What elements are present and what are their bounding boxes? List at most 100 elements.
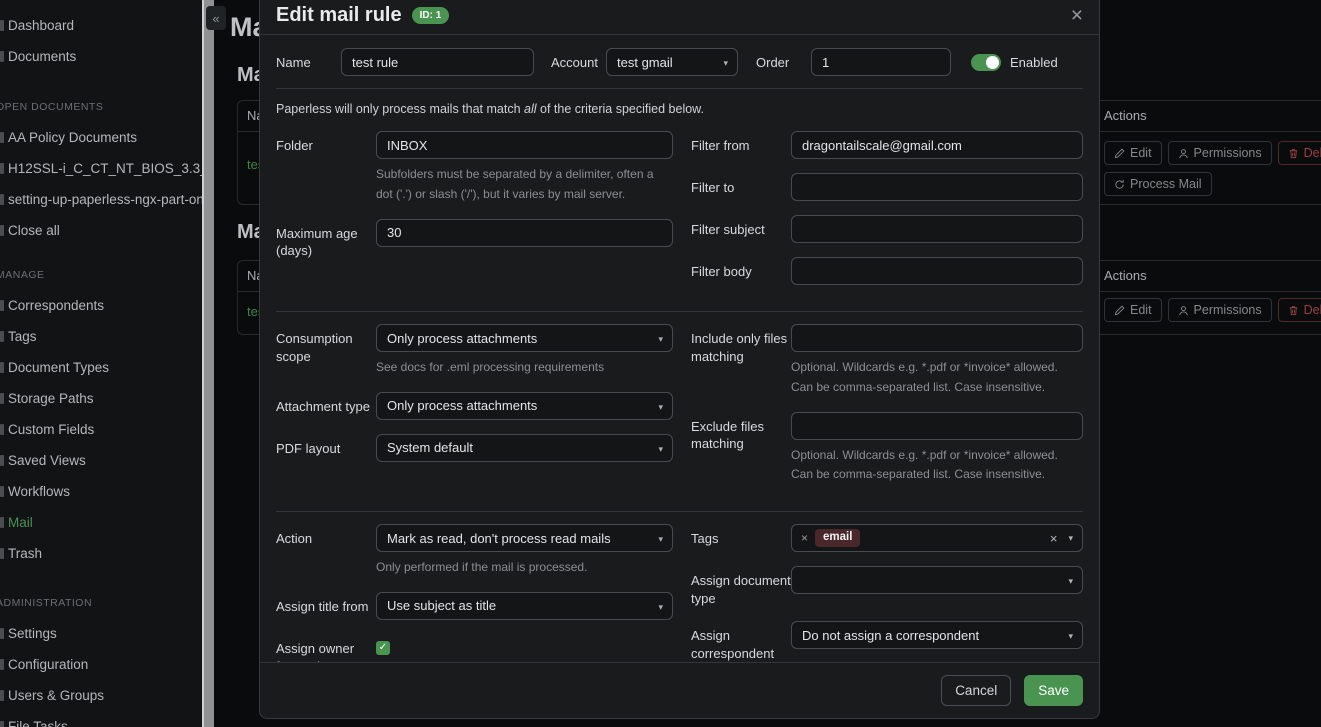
enabled-label: Enabled: [1010, 55, 1058, 70]
sidebar-item-trash[interactable]: Trash: [0, 538, 202, 569]
trash-icon: [0, 548, 4, 559]
delete-button[interactable]: Delete: [1278, 141, 1321, 165]
sidebar-item-tags[interactable]: Tags: [0, 321, 202, 352]
edit-button[interactable]: Edit: [1104, 141, 1162, 165]
account-actions-2: Process Mail: [1104, 172, 1212, 196]
sidebar-item-documents[interactable]: Documents: [0, 41, 202, 72]
close-icon[interactable]: ×: [1071, 5, 1083, 26]
delete-button[interactable]: Delete: [1278, 298, 1321, 322]
sidebar-item-file-tasks[interactable]: File Tasks: [0, 711, 202, 727]
sidebar-item-correspondents[interactable]: Correspondents: [0, 290, 202, 321]
filter-to-input[interactable]: [791, 173, 1083, 201]
maximum-age-input[interactable]: [376, 219, 673, 247]
sidebar-item-label: Settings: [8, 626, 57, 641]
sidebar-item-label: Saved Views: [8, 453, 86, 468]
chevron-down-icon: ▾: [658, 534, 663, 545]
sidebar-item-custom-fields[interactable]: Custom Fields: [0, 414, 202, 445]
sidebar-item-label: Trash: [8, 546, 42, 561]
divider: [276, 88, 1083, 89]
gear-icon: [0, 628, 4, 639]
remove-tag-icon[interactable]: ×: [801, 531, 808, 545]
sidebar-item-label: Configuration: [8, 657, 88, 672]
sidebar-item-close-all[interactable]: Close all: [0, 215, 202, 246]
sidebar-item-settings[interactable]: Settings: [0, 618, 202, 649]
folder-label: Folder: [276, 131, 376, 205]
tags-label: Tags: [691, 524, 791, 552]
sidebar-item-open-doc-2[interactable]: H12SSL-i_C_CT_NT_BIOS_3.3_rele...: [0, 153, 202, 184]
sidebar-item-label: setting-up-paperless-ngx-part-one: [8, 192, 202, 207]
assign-owner-label: Assign owner from rule: [276, 634, 376, 662]
person-icon: [1178, 305, 1189, 316]
filter-to-field: Filter to: [691, 173, 1083, 201]
sidebar-item-open-doc-1[interactable]: AA Policy Documents: [0, 122, 202, 153]
sidebar-item-workflows[interactable]: Workflows: [0, 476, 202, 507]
custom-fields-icon: [0, 424, 4, 435]
sidebar-item-dashboard[interactable]: Dashboard: [0, 10, 202, 41]
folder-icon: [0, 393, 4, 404]
assign-title-from-field: Assign title from Use subject as title ▾: [276, 592, 673, 620]
filter-subject-input[interactable]: [791, 215, 1083, 243]
trash-icon: [1288, 148, 1299, 159]
account-select[interactable]: test gmail ▾: [606, 48, 738, 76]
sidebar-item-saved-views[interactable]: Saved Views: [0, 445, 202, 476]
sidebar-item-open-doc-3[interactable]: setting-up-paperless-ngx-part-one: [0, 184, 202, 215]
sidebar-item-document-types[interactable]: Document Types: [0, 352, 202, 383]
attachment-type-label: Attachment type: [276, 392, 376, 420]
assign-title-from-select[interactable]: Use subject as title ▾: [376, 592, 673, 620]
filter-subject-label: Filter subject: [691, 215, 791, 243]
toggle-knob: [986, 56, 999, 69]
sidebar-item-label: Workflows: [8, 484, 70, 499]
action-hint: Only performed if the mail is processed.: [376, 558, 673, 578]
permissions-button[interactable]: Permissions: [1168, 298, 1272, 322]
clear-tags-icon[interactable]: ×: [1050, 531, 1058, 546]
pencil-icon: [1114, 148, 1125, 159]
folder-input[interactable]: [376, 131, 673, 159]
save-button[interactable]: Save: [1024, 675, 1083, 706]
cancel-button[interactable]: Cancel: [941, 675, 1011, 706]
sidebar-item-mail[interactable]: Mail: [0, 507, 202, 538]
action-section: Action Mark as read, don't process read …: [276, 524, 1083, 662]
tags-select[interactable]: × email × ▾: [791, 524, 1083, 552]
assign-owner-checkbox[interactable]: ✓: [376, 641, 390, 655]
page-scrollbar[interactable]: [202, 0, 214, 727]
assign-correspondent-from-field: Assign correspondent from Do not assign …: [691, 621, 1083, 662]
permissions-button[interactable]: Permissions: [1168, 141, 1272, 165]
action-field: Action Mark as read, don't process read …: [276, 524, 673, 578]
sliders-icon: [0, 659, 4, 670]
assign-correspondent-from-select[interactable]: Do not assign a correspondent ▾: [791, 621, 1083, 649]
consumption-scope-select[interactable]: Only process attachments ▾: [376, 324, 673, 352]
filter-from-input[interactable]: [791, 131, 1083, 159]
rule-actions: Edit Permissions Delete Copy: [1104, 298, 1321, 322]
filter-body-input[interactable]: [791, 257, 1083, 285]
saved-views-icon: [0, 455, 4, 466]
action-label: Action: [276, 524, 376, 578]
sidebar-item-users-groups[interactable]: Users & Groups: [0, 680, 202, 711]
sidebar-collapse-button[interactable]: «: [206, 6, 226, 30]
sidebar-item-label: Correspondents: [8, 298, 104, 313]
enabled-toggle[interactable]: [971, 54, 1001, 71]
order-input[interactable]: [811, 48, 951, 76]
chevron-down-icon: ▾: [658, 402, 663, 413]
sidebar-item-label: File Tasks: [8, 719, 68, 727]
exclude-files-hint: Optional. Wildcards e.g. *.pdf or *invoi…: [791, 446, 1083, 486]
tag-icon: [0, 331, 4, 342]
name-input[interactable]: [341, 48, 534, 76]
edit-button[interactable]: Edit: [1104, 298, 1162, 322]
sidebar-item-configuration[interactable]: Configuration: [0, 649, 202, 680]
pdf-layout-select[interactable]: System default ▾: [376, 434, 673, 462]
filter-to-label: Filter to: [691, 173, 791, 201]
chevron-down-icon: ▾: [1068, 533, 1073, 544]
attachment-type-select[interactable]: Only process attachments ▾: [376, 392, 673, 420]
divider: [276, 511, 1083, 512]
sidebar-section-administration: ADMINISTRATION: [0, 588, 202, 618]
sidebar-item-label: Document Types: [8, 360, 109, 375]
sidebar-item-storage-paths[interactable]: Storage Paths: [0, 383, 202, 414]
assign-document-type-select[interactable]: ▾: [791, 566, 1083, 594]
workflows-icon: [0, 486, 4, 497]
exclude-files-input[interactable]: [791, 412, 1083, 440]
action-select[interactable]: Mark as read, don't process read mails ▾: [376, 524, 673, 552]
process-mail-button[interactable]: Process Mail: [1104, 172, 1212, 196]
include-files-input[interactable]: [791, 324, 1083, 352]
dialog-body: Name Account test gmail ▾ Order Enabled …: [260, 35, 1099, 662]
correspondents-icon: [0, 300, 4, 311]
